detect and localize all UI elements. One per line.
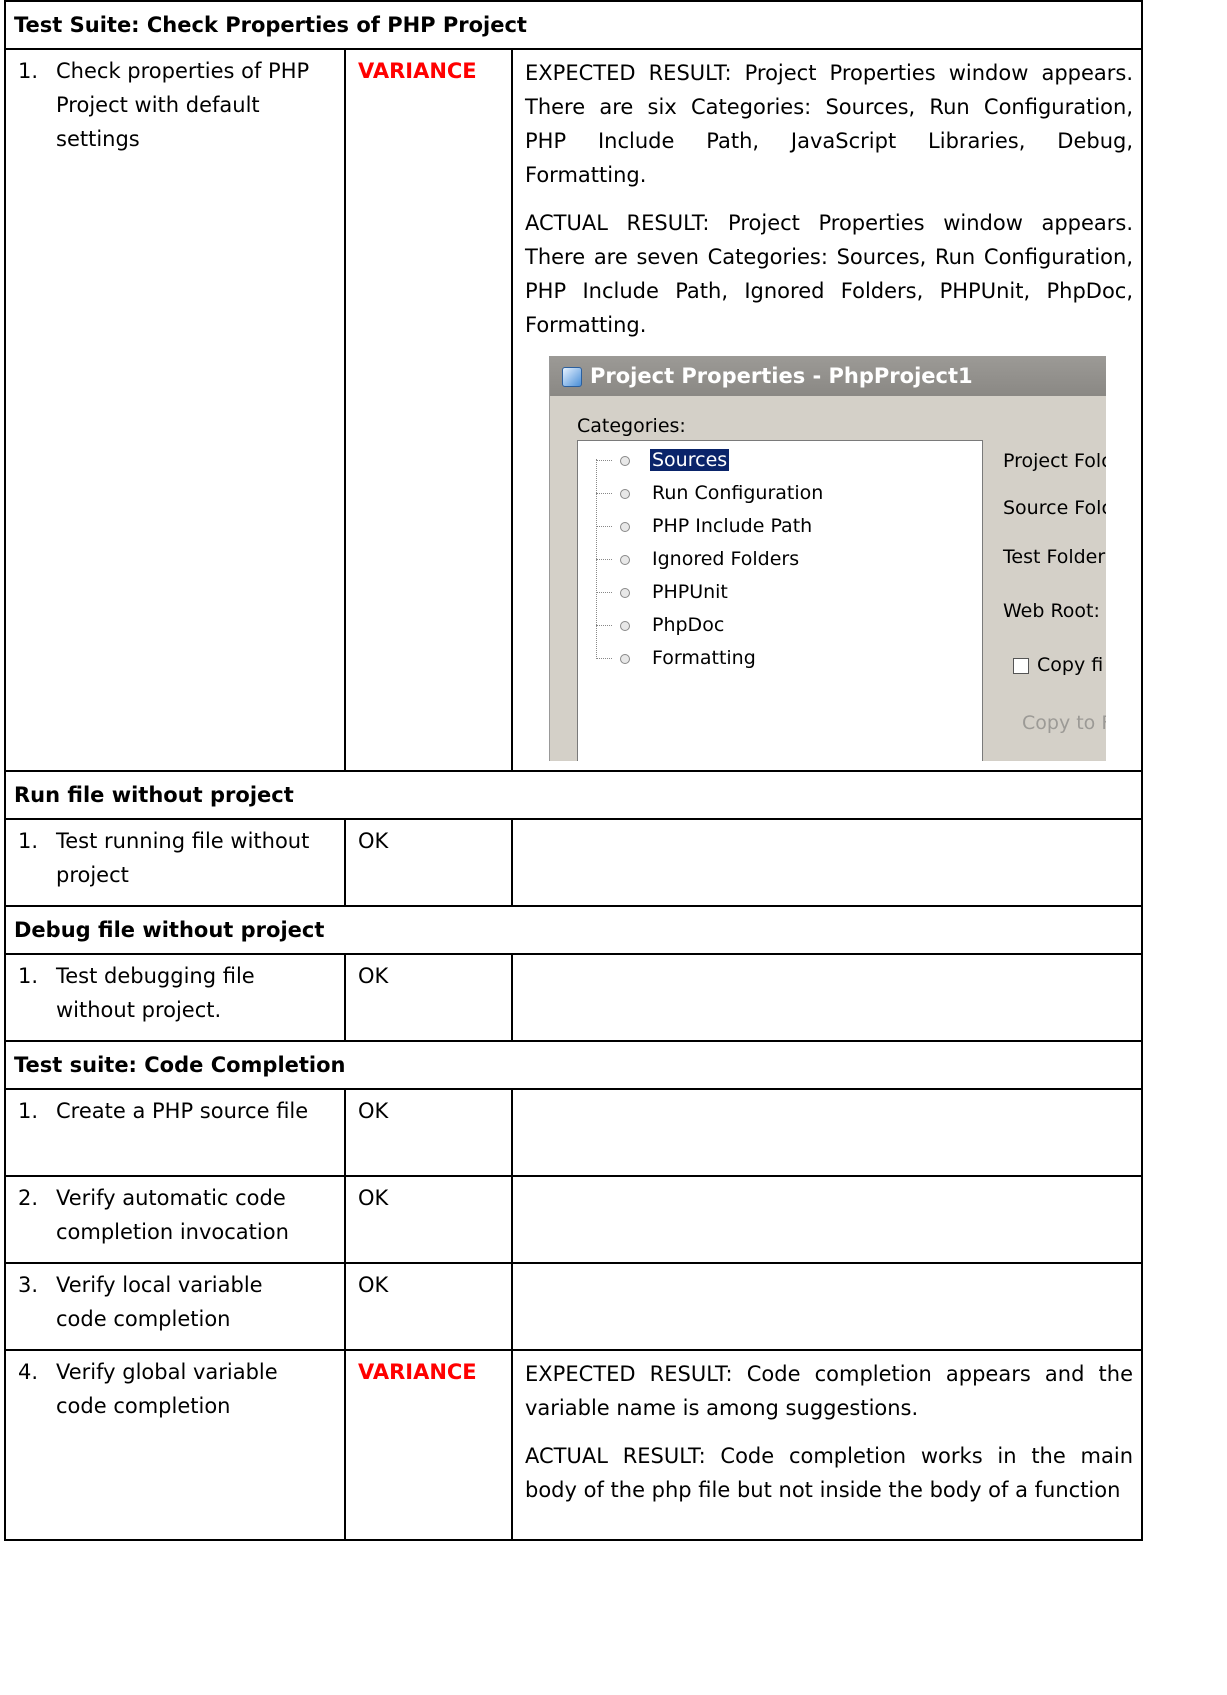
status-badge: OK — [344, 1175, 513, 1264]
dialog-title: Project Properties - PhpProject1 — [590, 364, 973, 388]
tree-node-icon — [620, 554, 630, 565]
status-badge: OK — [344, 1262, 513, 1351]
step-text: Verify local variable code completion — [56, 1273, 263, 1331]
result-cell — [510, 1262, 1144, 1351]
result-cell — [510, 1175, 1144, 1264]
step-number: 1. — [18, 829, 39, 853]
step-text: Check properties of PHP Project with def… — [56, 59, 310, 151]
actual-result: ACTUAL RESULT: Project Properties window… — [525, 211, 1134, 337]
project-folder-label: Project Folc — [1003, 450, 1106, 472]
result-cell — [510, 953, 1144, 1042]
test-step: 1. Create a PHP source file — [4, 1088, 346, 1177]
step-text: Verify automatic code completion invocat… — [56, 1186, 289, 1244]
copy-to-label: Copy to F — [1022, 712, 1106, 734]
status-badge: VARIANCE — [344, 48, 513, 772]
categories-tree: Sources Run Configuration PHP Include Pa… — [577, 440, 983, 761]
step-text: Test running file without project — [56, 829, 310, 887]
step-number: 3. — [18, 1273, 39, 1297]
test-report-table: Test Suite: Check Properties of PHP Proj… — [3, 0, 1144, 1541]
status-badge: OK — [344, 818, 513, 907]
step-number: 2. — [18, 1186, 39, 1210]
step-number: 4. — [18, 1360, 39, 1384]
dialog-titlebar: Project Properties - PhpProject1 — [550, 356, 1106, 396]
test-step: 1. Check properties of PHP Project with d… — [4, 48, 346, 772]
section-title: Test Suite: Check Properties of PHP Proj… — [3, 0, 1144, 50]
step-text: Verify global variable code completion — [56, 1360, 278, 1418]
step-number: 1. — [18, 964, 39, 988]
expected-result: EXPECTED RESULT: Code completion appears… — [525, 1362, 1134, 1420]
test-step: 4. Verify global variable code completion — [4, 1349, 346, 1541]
actual-result: ACTUAL RESULT: Code completion works in … — [525, 1444, 1134, 1502]
tree-node-icon — [620, 620, 630, 631]
test-step: 1. Test debugging file without project. — [4, 953, 346, 1042]
expected-result: EXPECTED RESULT: Project Properties wind… — [525, 61, 1134, 187]
step-text: Create a PHP source file — [56, 1099, 309, 1123]
step-number: 1. — [18, 59, 39, 83]
tree-item-ignored-folders: Ignored Folders — [596, 544, 801, 574]
checkbox-icon — [1013, 657, 1029, 674]
section-title: Test suite: Code Completion — [3, 1040, 1144, 1090]
step-number: 1. — [18, 1099, 39, 1123]
test-step: 3. Verify local variable code completion — [4, 1262, 346, 1351]
status-badge: OK — [344, 1088, 513, 1177]
tree-item-phpdoc: PhpDoc — [596, 610, 726, 640]
test-step: 1. Test running file without project — [4, 818, 346, 907]
result-cell — [510, 818, 1144, 907]
section-title: Debug file without project — [3, 905, 1144, 955]
project-properties-dialog-screenshot: Project Properties - PhpProject1 Categor… — [549, 356, 1106, 761]
tree-item-phpunit: PHPUnit — [596, 577, 730, 607]
result-cell — [510, 1088, 1144, 1177]
step-text: Test debugging file without project. — [56, 964, 255, 1022]
tree-item-formatting: Formatting — [596, 643, 758, 673]
status-badge: OK — [344, 953, 513, 1042]
status-badge: VARIANCE — [344, 1349, 513, 1541]
tree-node-icon — [620, 653, 630, 664]
tree-node-icon — [620, 521, 630, 532]
test-step: 2. Verify automatic code completion invoc… — [4, 1175, 346, 1264]
tree-item-sources: Sources — [596, 445, 730, 475]
result-cell: EXPECTED RESULT: Code completion appears… — [510, 1349, 1144, 1541]
tree-item-run-configuration: Run Configuration — [596, 478, 825, 508]
copy-files-checkbox: Copy fi — [1013, 648, 1103, 682]
web-root-label: Web Root: — [1003, 600, 1100, 622]
tree-node-icon — [620, 455, 630, 466]
tree-node-icon — [620, 587, 630, 598]
tree-node-icon — [620, 488, 630, 499]
result-cell: EXPECTED RESULT: Project Properties wind… — [510, 48, 1144, 772]
netbeans-project-icon — [562, 367, 582, 387]
tree-item-php-include-path: PHP Include Path — [596, 511, 814, 541]
source-folder-label: Source Folc — [1003, 497, 1106, 519]
section-title: Run file without project — [3, 770, 1144, 820]
test-folder-label: Test Folder — [1003, 546, 1106, 568]
categories-label: Categories: — [577, 415, 686, 437]
